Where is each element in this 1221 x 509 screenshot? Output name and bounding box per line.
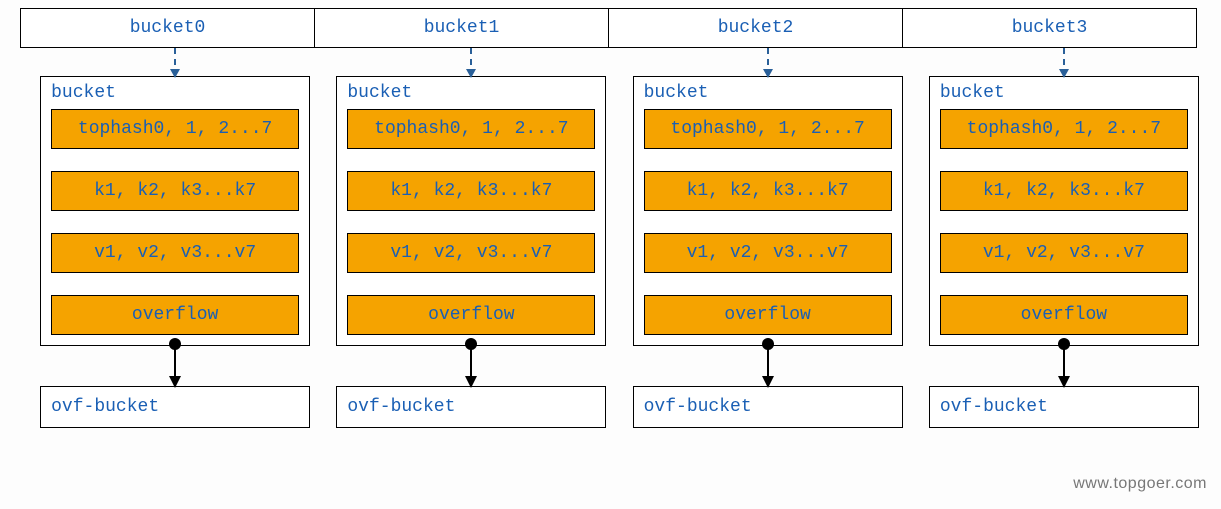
tophash-field: tophash0, 1, 2...7 (347, 109, 595, 149)
bucket-header-row: bucket0 bucket1 bucket2 bucket3 (20, 8, 1201, 48)
keys-field: k1, k2, k3...k7 (644, 171, 892, 211)
bucket-title: bucket (940, 83, 1188, 103)
bucket-header-0: bucket0 (20, 8, 315, 48)
ovf-bucket-box: ovf-bucket (336, 386, 606, 428)
arrow-header-to-bucket-icon (174, 48, 176, 76)
overflow-field: overflow (644, 295, 892, 335)
watermark-text: www.topgoer.com (1073, 475, 1207, 493)
bucket-box: bucket tophash0, 1, 2...7 k1, k2, k3...k… (336, 76, 606, 346)
bucket-column-3: bucket tophash0, 1, 2...7 k1, k2, k3...k… (927, 48, 1201, 428)
arrow-header-to-bucket-icon (1063, 48, 1065, 76)
arrow-overflow-to-ovf-icon (1063, 346, 1065, 386)
bucket-title: bucket (51, 83, 299, 103)
bucket-column-0: bucket tophash0, 1, 2...7 k1, k2, k3...k… (38, 48, 312, 428)
overflow-field: overflow (347, 295, 595, 335)
bucket-header-3: bucket3 (902, 8, 1197, 48)
bucket-header-1: bucket1 (314, 8, 609, 48)
vals-field: v1, v2, v3...v7 (51, 233, 299, 273)
tophash-field: tophash0, 1, 2...7 (51, 109, 299, 149)
bucket-box: bucket tophash0, 1, 2...7 k1, k2, k3...k… (633, 76, 903, 346)
bucket-column-1: bucket tophash0, 1, 2...7 k1, k2, k3...k… (334, 48, 608, 428)
bucket-title: bucket (347, 83, 595, 103)
overflow-field: overflow (940, 295, 1188, 335)
vals-field: v1, v2, v3...v7 (644, 233, 892, 273)
arrow-header-to-bucket-icon (767, 48, 769, 76)
ovf-bucket-box: ovf-bucket (40, 386, 310, 428)
bucket-box: bucket tophash0, 1, 2...7 k1, k2, k3...k… (40, 76, 310, 346)
arrow-overflow-to-ovf-icon (470, 346, 472, 386)
arrow-header-to-bucket-icon (470, 48, 472, 76)
keys-field: k1, k2, k3...k7 (347, 171, 595, 211)
bucket-header-2: bucket2 (608, 8, 903, 48)
arrow-overflow-to-ovf-icon (174, 346, 176, 386)
vals-field: v1, v2, v3...v7 (940, 233, 1188, 273)
bucket-box: bucket tophash0, 1, 2...7 k1, k2, k3...k… (929, 76, 1199, 346)
bucket-column-2: bucket tophash0, 1, 2...7 k1, k2, k3...k… (631, 48, 905, 428)
ovf-bucket-box: ovf-bucket (929, 386, 1199, 428)
vals-field: v1, v2, v3...v7 (347, 233, 595, 273)
tophash-field: tophash0, 1, 2...7 (644, 109, 892, 149)
arrow-overflow-to-ovf-icon (767, 346, 769, 386)
ovf-bucket-box: ovf-bucket (633, 386, 903, 428)
keys-field: k1, k2, k3...k7 (51, 171, 299, 211)
keys-field: k1, k2, k3...k7 (940, 171, 1188, 211)
overflow-field: overflow (51, 295, 299, 335)
bucket-title: bucket (644, 83, 892, 103)
tophash-field: tophash0, 1, 2...7 (940, 109, 1188, 149)
bucket-columns: bucket tophash0, 1, 2...7 k1, k2, k3...k… (20, 48, 1201, 428)
